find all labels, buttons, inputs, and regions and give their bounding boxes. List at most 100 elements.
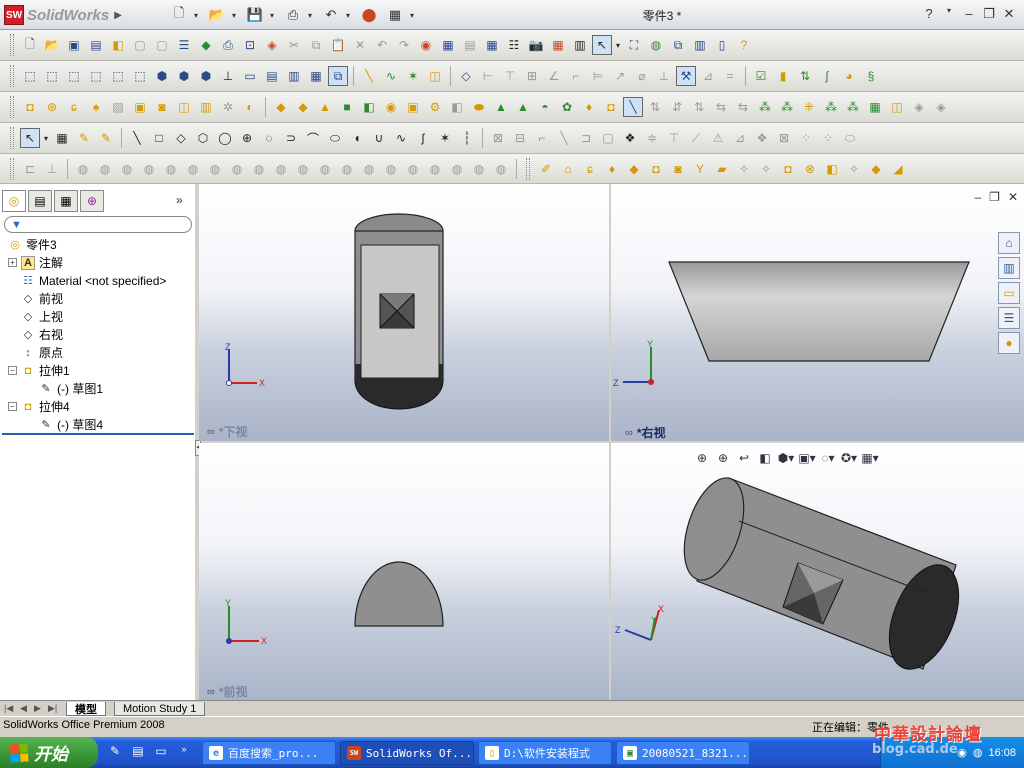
link-views-icon[interactable]: ⧉ [328,66,348,86]
minimize-button[interactable]: – [962,6,976,22]
expand-toggle-icon[interactable]: − [8,366,17,375]
mold-draft-icon[interactable]: Y [690,159,710,179]
replace-face-icon[interactable]: ◍ [403,159,423,179]
mold-curve-icon[interactable]: ✧ [844,159,864,179]
mold-edge-icon[interactable]: ◢ [888,159,908,179]
loft-cut-icon[interactable]: ▥ [196,97,216,117]
save-icon[interactable]: 💾 [244,5,266,25]
list-icon[interactable]: ☷ [504,35,524,55]
help-icon[interactable]: ? [922,6,936,22]
display-style-icon[interactable]: ▣▾ [798,451,816,465]
knit-surface-icon[interactable]: ◍ [227,159,247,179]
filled-surface-icon[interactable]: ◍ [359,159,379,179]
chamfer-icon[interactable]: ◆ [271,97,291,117]
vertical-dim-icon[interactable]: ⊤ [500,66,520,86]
property-manager-tab[interactable]: ▤ [28,190,52,212]
mirror-entities-icon[interactable]: ❖ [620,128,640,148]
curve-pattern-icon[interactable]: ⁜ [799,97,819,117]
zoom-sheet-icon[interactable]: ⊡ [240,35,260,55]
ruled-surface-icon[interactable]: ╲ [623,97,643,117]
offset-surface-icon[interactable]: ◍ [183,159,203,179]
intersect-icon[interactable]: ⇅ [689,97,709,117]
box-icon[interactable]: ◘ [601,97,621,117]
tree-item[interactable]: − ◘ 拉伸4 [8,398,70,415]
mid-surface-icon[interactable]: ◍ [381,159,401,179]
paste-icon[interactable]: ▢ [152,35,172,55]
layer-icon[interactable]: ▥ [570,35,590,55]
select-dropdown-icon[interactable]: ▾ [42,128,50,148]
swept-surface-icon[interactable]: ◍ [117,159,137,179]
taskbar-task[interactable]: SW SolidWorks Of... [340,741,474,765]
print-preview-icon[interactable]: ⎙ [218,35,238,55]
radiate-surface-icon[interactable]: ◍ [205,159,225,179]
viewport-minimize-button[interactable]: – [974,190,981,204]
template-icon[interactable]: ▤ [460,35,480,55]
linear-sketch-pattern-icon[interactable]: ⁘ [796,128,816,148]
fillet-surface-icon[interactable]: ◍ [337,159,357,179]
mold-parting-line-icon[interactable]: ✐ [536,159,556,179]
windows-icon[interactable]: ⧉ [668,35,688,55]
dome-icon[interactable]: ◉ [381,97,401,117]
back-view-icon[interactable]: ⬚ [42,66,62,86]
sketch-icon[interactable]: ✎ [74,128,94,148]
viewport-close-button[interactable]: ✕ [1008,190,1018,204]
select-filter-icon[interactable]: ⛶ [624,35,644,55]
trim-icon[interactable]: ⊠ [488,128,508,148]
grid-snap-icon[interactable]: ▦ [52,128,72,148]
dynamic-mirror-icon[interactable]: ≑ [642,128,662,148]
sw-quick-icon[interactable]: ✎ [106,744,124,762]
tray-icon[interactable]: ◉ [957,746,967,759]
select-arrow-icon[interactable]: ↖ [592,35,612,55]
boundary-cut-icon[interactable]: ✲ [218,97,238,117]
rectangle-icon[interactable]: □ [149,128,169,148]
check-icon[interactable]: ☑ [751,66,771,86]
tree-item[interactable]: ✎ (-) 草图1 [26,380,103,397]
camera-icon[interactable]: 📷 [526,35,546,55]
mold-solid-icon[interactable]: ◧ [822,159,842,179]
apply-scene-icon[interactable]: ▦▾ [861,451,879,465]
dome2-icon[interactable]: ◓ [535,97,555,117]
mold-box-icon[interactable]: ◘ [778,159,798,179]
spline-icon[interactable]: ∿ [391,128,411,148]
help-icon[interactable]: ? [734,35,754,55]
home-icon[interactable]: ⌂ [998,232,1020,254]
mold-core-icon[interactable]: ◆ [624,159,644,179]
circular-pattern-icon[interactable]: ⁂ [777,97,797,117]
trim-surface-icon[interactable]: ◍ [293,159,313,179]
mold-face-icon[interactable]: ◆ [866,159,886,179]
oval-icon[interactable]: ⬭ [840,128,860,148]
view-palette-icon[interactable]: ☰ [998,307,1020,329]
chamfer-sketch-icon[interactable]: ╲ [554,128,574,148]
next-tab-icon[interactable]: ▶ [34,703,41,714]
print-dropdown-icon[interactable]: ▾ [308,11,316,20]
expand-toggle-icon[interactable]: − [8,402,17,411]
move-icon[interactable]: ⚠ [708,128,728,148]
last-tab-icon[interactable]: ▶| [48,703,57,714]
print-icon[interactable]: ⎙ [282,5,304,25]
planar-surface-icon[interactable]: ◍ [249,159,269,179]
draft-icon[interactable]: ■ [337,97,357,117]
toolbar-grip[interactable] [10,34,14,56]
close-button[interactable]: ✕ [1002,6,1016,22]
loft-icon[interactable]: ♠ [86,97,106,117]
menu-arrow-icon[interactable]: ▶ [114,10,122,21]
three-point-arc-icon[interactable]: ⌒ [303,128,323,148]
line-icon[interactable]: ╲ [359,66,379,86]
offset-icon[interactable]: ⊐ [576,128,596,148]
table-pattern-icon[interactable]: ⁂ [843,97,863,117]
toolbar-grip[interactable] [10,127,14,149]
convert-icon[interactable]: ▢ [598,128,618,148]
save-icon[interactable]: ▣ [64,35,84,55]
cut-icon[interactable]: ✂ [284,35,304,55]
mold-scale-icon[interactable]: ◙ [668,159,688,179]
sheet-metal-icon[interactable]: ⊏ [20,159,40,179]
edit-appearance-icon[interactable]: ✪▾ [840,451,858,465]
taskbar-task[interactable]: ▯ D:\软件安装程式 [478,741,612,765]
revolved-surface-icon[interactable]: ◍ [95,159,115,179]
top-view-icon[interactable]: ⬚ [108,66,128,86]
fillet-sketch-icon[interactable]: ⌐ [532,128,552,148]
sketch-tool-icon[interactable]: ∫ [817,66,837,86]
help-dropdown-icon[interactable]: ▾ [942,6,956,22]
app-logo[interactable]: SW SolidWorks ▶ [4,5,122,25]
toolbox-icon[interactable]: ▮ [773,66,793,86]
